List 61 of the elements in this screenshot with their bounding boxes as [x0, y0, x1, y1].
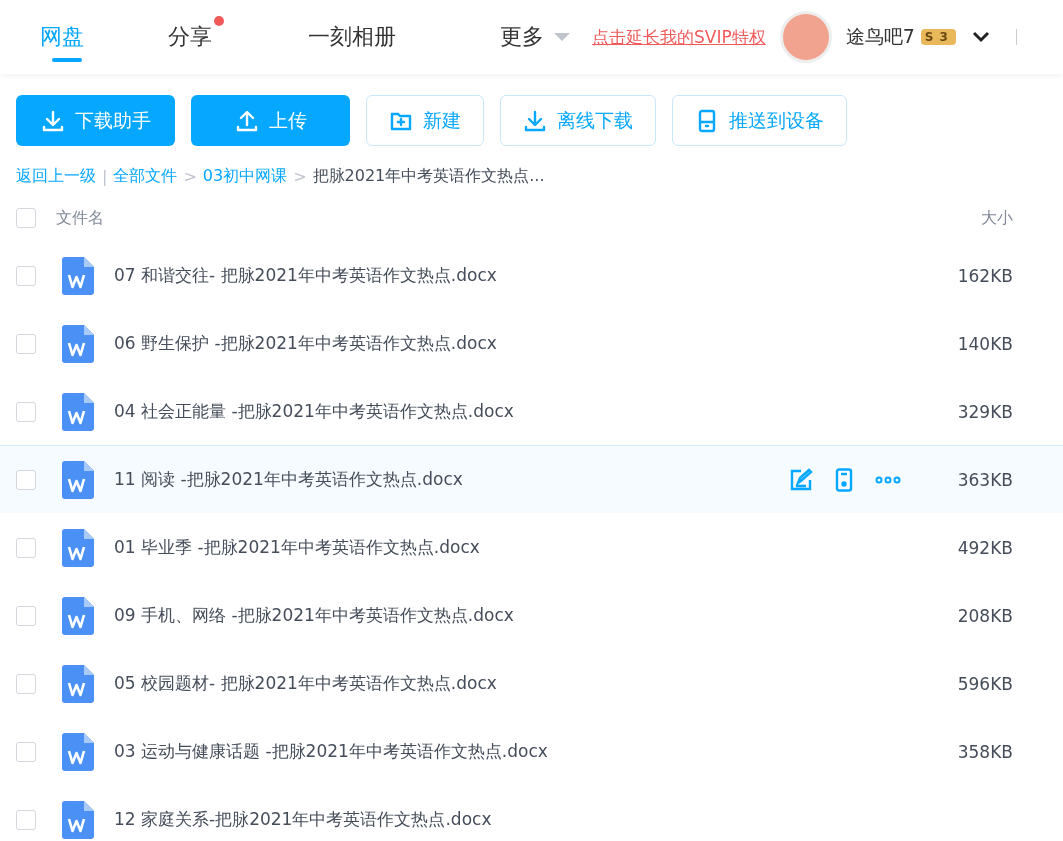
file-size: 208KB: [956, 605, 1013, 626]
nav-tab[interactable]: 分享: [164, 0, 226, 74]
notification-dot: [214, 16, 224, 26]
file-row[interactable]: 12 家庭关系-把脉2021年中考英语作文热点.docx: [0, 785, 1063, 841]
phone-icon: [835, 467, 853, 492]
word-document-icon: [62, 460, 94, 499]
file-name: 05 校园题材- 把脉2021年中考英语作文热点.docx: [114, 672, 498, 695]
more-button[interactable]: [875, 475, 901, 484]
row-checkbox[interactable]: [16, 673, 36, 694]
row-checkbox[interactable]: [16, 809, 36, 830]
breadcrumb-divider: |: [102, 167, 108, 186]
nav-tab[interactable]: 更多: [496, 0, 584, 74]
breadcrumb-separator: >: [293, 167, 307, 186]
row-checkbox[interactable]: [16, 333, 36, 354]
file-size: 162KB: [956, 265, 1013, 286]
chevron-down-icon[interactable]: [971, 31, 990, 43]
column-header: 文件名: [56, 207, 105, 229]
file-name: 04 社会正能量 -把脉2021年中考英语作文热点.docx: [114, 400, 515, 423]
word-document-icon: [62, 528, 94, 567]
file-name: 03 运动与健康话题 -把脉2021年中考英语作文热点.docx: [114, 740, 549, 763]
row-checkbox[interactable]: [16, 265, 36, 286]
file-size: 363KB: [956, 469, 1013, 490]
upload-icon: [234, 108, 259, 133]
select-all-checkbox[interactable]: [16, 208, 36, 228]
word-document-icon: [62, 324, 94, 363]
dropdown-caret-icon: [554, 32, 570, 42]
row-checkbox[interactable]: [16, 537, 36, 558]
user-name: 途鸟吧7: [845, 24, 915, 49]
file-size: 358KB: [956, 741, 1013, 762]
file-size: 492KB: [956, 537, 1013, 558]
file-size: 596KB: [956, 673, 1013, 694]
row-checkbox[interactable]: [16, 741, 36, 762]
file-name: 07 和谐交往- 把脉2021年中考英语作文热点.docx: [114, 264, 498, 287]
word-document-icon: [62, 392, 94, 431]
file-row[interactable]: 11 阅读 -把脉2021年中考英语作文热点.docx 363KB: [0, 445, 1063, 514]
word-document-icon: [62, 800, 94, 839]
file-name: 06 野生保护 -把脉2021年中考英语作文热点.docx: [114, 332, 498, 355]
download-icon: [523, 108, 547, 133]
more-icon: [875, 475, 901, 484]
word-document-icon: [62, 256, 94, 295]
download-icon: [40, 108, 65, 133]
breadcrumb-current: 把脉2021年中考英语作文热点...: [312, 166, 545, 187]
breadcrumb-separator: >: [183, 167, 197, 186]
word-document-icon: [62, 596, 94, 635]
vip-level-badge: S 3: [920, 29, 956, 45]
file-size: 329KB: [956, 401, 1013, 422]
column-header: 大小: [980, 207, 1013, 229]
file-name: 01 毕业季 -把脉2021年中考英语作文热点.docx: [114, 536, 481, 559]
nav-tab[interactable]: 一刻相册: [304, 0, 410, 74]
edit-button[interactable]: [789, 467, 813, 492]
row-checkbox[interactable]: [16, 605, 36, 626]
edit-icon: [789, 467, 813, 492]
file-name: 12 家庭关系-把脉2021年中考英语作文热点.docx: [114, 808, 493, 831]
phone-button[interactable]: [835, 467, 853, 492]
row-checkbox[interactable]: [16, 401, 36, 422]
word-document-icon: [62, 664, 94, 703]
row-checkbox[interactable]: [16, 469, 36, 490]
file-size: 140KB: [956, 333, 1013, 354]
word-document-icon: [62, 732, 94, 771]
file-name: 11 阅读 -把脉2021年中考英语作文热点.docx: [114, 468, 464, 491]
file-name: 09 手机、网络 -把脉2021年中考英语作文热点.docx: [114, 604, 515, 627]
